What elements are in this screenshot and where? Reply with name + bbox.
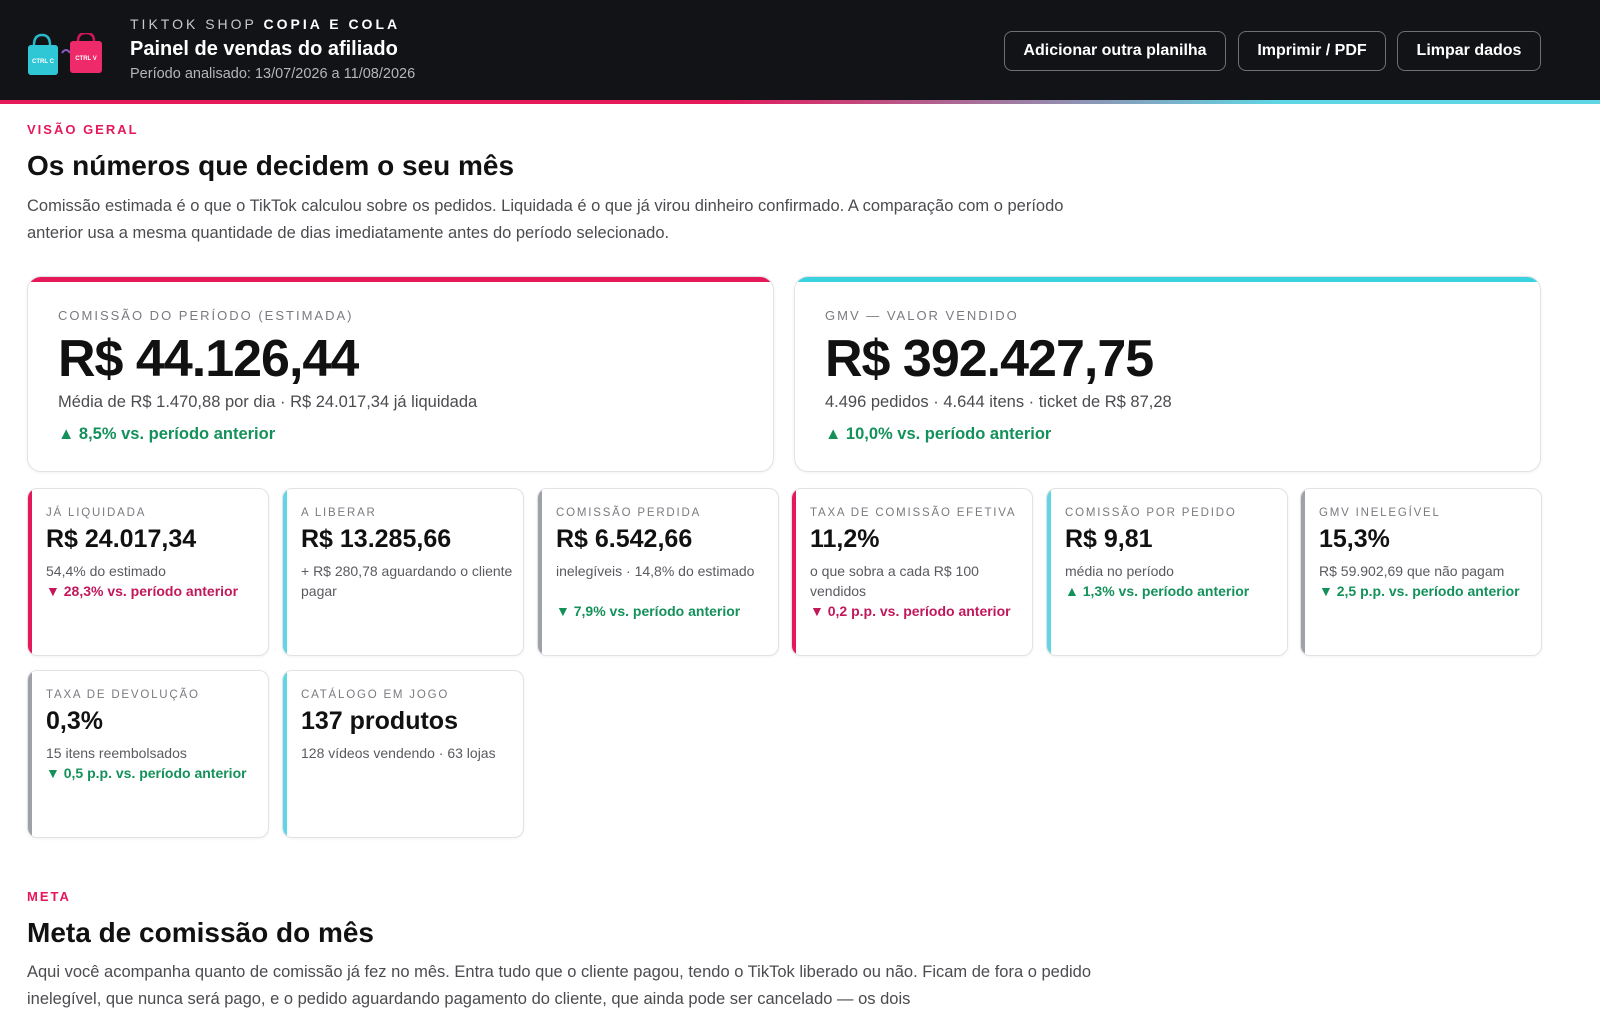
logo-left-text: CTRL C (32, 59, 55, 65)
card-delta: ▲ 10,0% vs. período anterior (825, 425, 1052, 443)
to-release-card: A LIBERAR R$ 13.285,66 + R$ 280,78 aguar… (282, 488, 524, 656)
top-header: CTRL C CTRL V TIKTOK SHOP COPIA E COLA P… (0, 0, 1600, 100)
card-accent-bar (1047, 489, 1051, 655)
catalog-card: CATÁLOGO EM JOGO 137 produtos 128 vídeos… (282, 670, 524, 838)
logo-right-text: CTRL V (75, 56, 97, 62)
add-spreadsheet-button[interactable]: Adicionar outra planilha (1004, 31, 1226, 71)
ctrl-c-ctrl-v-bags-logo: CTRL C CTRL V (28, 33, 102, 75)
card-value: 11,2% (810, 525, 880, 553)
card-label: JÁ LIQUIDADA (46, 507, 147, 519)
card-label: GMV INELEGÍVEL (1319, 507, 1441, 519)
commission-per-order-card: COMISSÃO POR PEDIDO R$ 9,81 média no per… (1046, 488, 1288, 656)
card-subtext: média no período (1065, 563, 1174, 579)
card-subtext: 15 itens reembolsados (46, 745, 187, 761)
card-label: COMISSÃO PERDIDA (556, 507, 702, 519)
card-value: R$ 24.017,34 (46, 525, 197, 553)
print-pdf-button[interactable]: Imprimir / PDF (1238, 31, 1386, 71)
card-accent-bar (28, 277, 773, 282)
card-subtext: 4.496 pedidos · 4.644 itens · ticket de … (825, 393, 1172, 411)
effective-rate-card: TAXA DE COMISSÃO EFETIVA 11,2% o que sob… (791, 488, 1033, 656)
card-subtext: inelegíveis · 14,8% do estimado (556, 563, 755, 579)
card-accent-bar (28, 671, 32, 837)
card-value: R$ 13.285,66 (301, 525, 452, 553)
period-range: Período analisado: 13/07/2026 a 11/08/20… (130, 66, 416, 82)
brand-name: TIKTOK SHOP COPIA E COLA (130, 16, 400, 32)
card-label: COMISSÃO DO PERÍODO (ESTIMADA) (58, 308, 354, 323)
card-accent-bar (28, 489, 32, 655)
card-label: TAXA DE DEVOLUÇÃO (46, 689, 200, 701)
gmv-card: GMV — VALOR VENDIDO R$ 392.427,75 4.496 … (794, 276, 1541, 472)
overview-lead: Comissão estimada é o que o TikTok calcu… (27, 197, 1064, 242)
card-delta: ▼ 2,5 p.p. vs. período anterior (1319, 583, 1520, 599)
card-delta: ▲ 1,3% vs. período anterior (1065, 583, 1250, 599)
clear-data-button[interactable]: Limpar dados (1397, 31, 1541, 71)
card-delta: ▼ 28,3% vs. período anterior (46, 583, 239, 599)
app-title: Painel de vendas do afiliado (130, 38, 398, 60)
card-subtext: R$ 59.902,69 que não pagam (1319, 563, 1505, 579)
card-accent-bar (538, 489, 542, 655)
card-delta: ▼ 0,2 p.p. vs. período anterior (810, 603, 1011, 619)
card-delta: ▼ 0,5 p.p. vs. período anterior (46, 765, 247, 781)
card-accent-bar (795, 277, 1540, 282)
card-accent-bar (283, 489, 287, 655)
brand-bold: COPIA E COLA (263, 16, 401, 32)
overview-eyebrow: VISÃO GERAL (27, 122, 139, 137)
card-value: 15,3% (1319, 525, 1390, 553)
card-subtext: 54,4% do estimado (46, 563, 166, 579)
card-value: 137 produtos (301, 707, 458, 735)
card-subtext: + R$ 280,78 aguardando o cliente pagar (301, 563, 513, 599)
commission-estimated-card: COMISSÃO DO PERÍODO (ESTIMADA) R$ 44.126… (27, 276, 774, 472)
card-subtext: 128 vídeos vendendo · 63 lojas (301, 745, 496, 761)
card-label: CATÁLOGO EM JOGO (301, 689, 450, 701)
card-value: R$ 6.542,66 (556, 525, 693, 553)
overview-title: Os números que decidem o seu mês (27, 150, 515, 181)
card-value: R$ 44.126,44 (58, 330, 359, 388)
header-accent-line (0, 100, 1600, 104)
return-rate-card: TAXA DE DEVOLUÇÃO 0,3% 15 itens reembols… (27, 670, 269, 838)
card-accent-bar (283, 671, 287, 837)
ineligible-gmv-card: GMV INELEGÍVEL 15,3% R$ 59.902,69 que nã… (1300, 488, 1542, 656)
card-value: 0,3% (46, 707, 103, 735)
card-label: TAXA DE COMISSÃO EFETIVA (810, 507, 1017, 519)
card-value: R$ 9,81 (1065, 525, 1153, 553)
brand-light: TIKTOK SHOP (130, 16, 257, 32)
meta-eyebrow: META (27, 889, 71, 904)
card-accent-bar (792, 489, 796, 655)
card-label: A LIBERAR (301, 507, 377, 519)
card-delta: ▼ 7,9% vs. período anterior (556, 603, 741, 619)
card-delta: ▲ 8,5% vs. período anterior (58, 425, 276, 443)
card-label: GMV — VALOR VENDIDO (825, 308, 1019, 323)
card-value: R$ 392.427,75 (825, 330, 1154, 388)
card-accent-bar (1301, 489, 1305, 655)
lost-commission-card: COMISSÃO PERDIDA R$ 6.542,66 inelegíveis… (537, 488, 779, 656)
card-subtext: o que sobra a cada R$ 100 vendidos (810, 563, 979, 599)
meta-title: Meta de comissão do mês (27, 917, 375, 948)
meta-lead: Aqui você acompanha quanto de comissão j… (27, 963, 1092, 1008)
liquidated-card: JÁ LIQUIDADA R$ 24.017,34 54,4% do estim… (27, 488, 269, 656)
card-label: COMISSÃO POR PEDIDO (1065, 507, 1237, 519)
card-subtext: Média de R$ 1.470,88 por dia · R$ 24.017… (58, 393, 478, 411)
